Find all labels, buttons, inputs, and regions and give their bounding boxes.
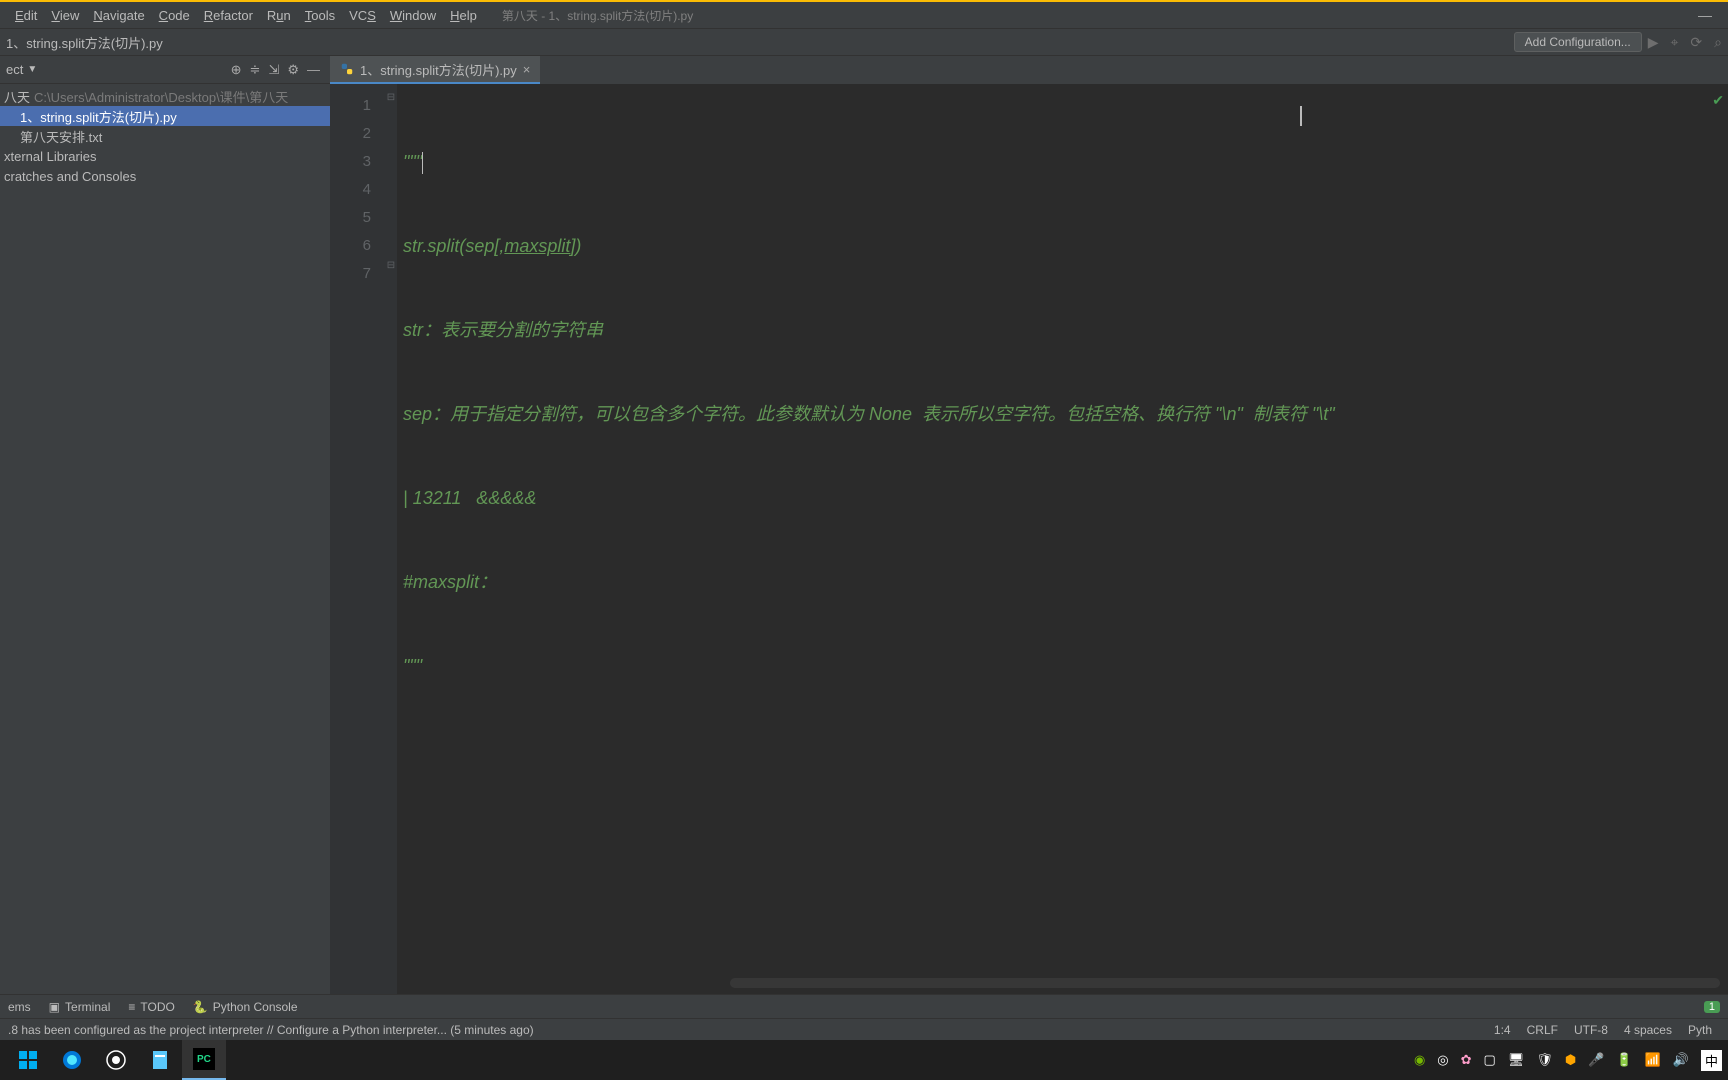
list-icon: ≡ <box>128 1000 135 1014</box>
tray-security-icon[interactable]: 🛡 <box>1532 1052 1557 1068</box>
python-file-icon <box>340 62 354 76</box>
main-area: ect ▼ ⊕ ≑ ⇲ ⚙ — 八天 C:\Users\Administrato… <box>0 56 1728 994</box>
system-tray: ◉ ◎ ✿ ▢ 🖥 🛡 ⬢ 🎤 🔋 📶 🔊 中 <box>1410 1050 1722 1071</box>
project-tool-header: ect ▼ ⊕ ≑ ⇲ ⚙ — <box>0 56 330 84</box>
file-encoding[interactable]: UTF-8 <box>1566 1023 1616 1037</box>
chevron-down-icon[interactable]: ▼ <box>27 64 37 75</box>
interpreter[interactable]: Pyth <box>1680 1023 1720 1037</box>
menu-window[interactable]: Window <box>383 8 443 23</box>
ime-indicator[interactable]: 中 <box>1701 1050 1722 1071</box>
svg-text:PC: PC <box>197 1054 211 1065</box>
menu-tools[interactable]: Tools <box>298 8 342 23</box>
tab-label: 1、string.split方法(切片).py <box>360 60 517 79</box>
status-bar: .8 has been configured as the project in… <box>0 1018 1728 1040</box>
taskbar-notepad[interactable] <box>138 1040 182 1080</box>
editor-tabs: 1、string.split方法(切片).py × <box>330 56 1728 84</box>
menu-navigate[interactable]: Navigate <box>86 8 151 23</box>
line-separator[interactable]: CRLF <box>1519 1023 1566 1037</box>
tree-external-libs[interactable]: xternal Libraries <box>0 146 330 166</box>
tray-volume-icon[interactable]: 🔊 <box>1669 1052 1693 1068</box>
problems-tool[interactable]: ems <box>8 1000 31 1014</box>
indent-setting[interactable]: 4 spaces <box>1616 1023 1680 1037</box>
start-button[interactable] <box>6 1040 50 1080</box>
tree-root[interactable]: 八天 C:\Users\Administrator\Desktop\课件\第八天 <box>0 86 330 106</box>
tray-monitor-icon[interactable]: 🖥 <box>1504 1052 1529 1068</box>
project-sidebar: ect ▼ ⊕ ≑ ⇲ ⚙ — 八天 C:\Users\Administrato… <box>0 56 330 994</box>
tray-obs-icon[interactable]: ◎ <box>1433 1052 1452 1068</box>
hide-icon[interactable]: — <box>303 62 324 77</box>
caret-position[interactable]: 1:4 <box>1486 1023 1519 1037</box>
editor-area: 1、string.split方法(切片).py × 1 2 3 4 5 6 7 … <box>330 56 1728 994</box>
menu-vcs[interactable]: VCS <box>342 8 383 23</box>
windows-taskbar: PC ◉ ◎ ✿ ▢ 🖥 🛡 ⬢ 🎤 🔋 📶 🔊 中 <box>0 1040 1728 1080</box>
inspection-ok-icon[interactable]: ✔ <box>1712 92 1724 109</box>
taskbar-pycharm[interactable]: PC <box>182 1040 226 1080</box>
code-content[interactable]: """ str.split(sep[,maxsplit]) str：表示要分割的… <box>397 84 1728 994</box>
tray-flower-icon[interactable]: ✿ <box>1457 1052 1476 1068</box>
terminal-icon: ▣ <box>49 1000 60 1014</box>
search-icon[interactable]: ⌕ <box>1708 34 1728 51</box>
python-console-tool[interactable]: 🐍Python Console <box>193 1000 298 1014</box>
tray-touchpad-icon[interactable]: ▢ <box>1480 1052 1500 1068</box>
tray-battery-icon[interactable]: 🔋 <box>1612 1052 1636 1068</box>
code-editor[interactable]: 1 2 3 4 5 6 7 ⊟ ⊟ """ str.split(sep[,max… <box>330 84 1728 994</box>
project-tree: 八天 C:\Users\Administrator\Desktop\课件\第八天… <box>0 84 330 188</box>
mouse-text-cursor <box>1300 106 1302 126</box>
file-label: 1、string.split方法(切片).py <box>20 107 177 126</box>
menu-refactor[interactable]: Refactor <box>197 8 260 23</box>
menu-edit[interactable]: Edit <box>8 8 44 23</box>
tree-scratches[interactable]: cratches and Consoles <box>0 166 330 186</box>
close-tab-icon[interactable]: × <box>523 62 531 77</box>
add-configuration-button[interactable]: Add Configuration... <box>1514 32 1642 52</box>
expand-icon[interactable]: ≑ <box>246 62 265 78</box>
navigation-bar: 1、string.split方法(切片).py Add Configuratio… <box>0 28 1728 56</box>
python-icon: 🐍 <box>193 1000 208 1014</box>
fold-start-icon[interactable]: ⊟ <box>385 92 397 120</box>
tray-wifi-icon[interactable]: 📶 <box>1641 1052 1665 1068</box>
window-title: 第八天 - 1、string.split方法(切片).py <box>502 7 693 24</box>
taskbar-obs[interactable] <box>94 1040 138 1080</box>
run-icon[interactable]: ▶ <box>1642 34 1665 51</box>
status-message[interactable]: .8 has been configured as the project in… <box>8 1023 534 1037</box>
folder-label: 八天 <box>4 87 30 106</box>
horizontal-scrollbar[interactable] <box>730 978 1720 988</box>
fold-end-icon[interactable]: ⊟ <box>385 260 397 288</box>
bottom-tool-bar: ems ▣Terminal ≡TODO 🐍Python Console 1 <box>0 994 1728 1018</box>
file-label: 第八天安排.txt <box>20 127 102 146</box>
folder-path: C:\Users\Administrator\Desktop\课件\第八天 <box>34 87 288 106</box>
line-gutter: 1 2 3 4 5 6 7 <box>330 84 385 994</box>
menu-bar: Edit View Navigate Code Refactor Run Too… <box>0 0 1728 28</box>
taskbar-edge[interactable] <box>50 1040 94 1080</box>
debug-icon[interactable]: ⌖ <box>1665 34 1685 51</box>
breadcrumb[interactable]: 1、string.split方法(切片).py <box>0 33 169 52</box>
menu-help[interactable]: Help <box>443 8 484 23</box>
menu-run[interactable]: Run <box>260 8 298 23</box>
tree-file-selected[interactable]: 1、string.split方法(切片).py <box>0 106 330 126</box>
menu-view[interactable]: View <box>44 8 86 23</box>
collapse-icon[interactable]: ⇲ <box>264 62 283 78</box>
event-badge[interactable]: 1 <box>1704 1001 1720 1013</box>
tray-nvidia-icon[interactable]: ◉ <box>1410 1052 1429 1068</box>
minimize-button[interactable]: — <box>1690 7 1720 23</box>
todo-tool[interactable]: ≡TODO <box>128 1000 174 1014</box>
tree-file[interactable]: 第八天安排.txt <box>0 126 330 146</box>
scratch-label: cratches and Consoles <box>4 169 136 184</box>
editor-tab-active[interactable]: 1、string.split方法(切片).py × <box>330 56 540 84</box>
coverage-icon[interactable]: ⟳ <box>1684 34 1708 51</box>
fold-strip: ⊟ ⊟ <box>385 84 397 994</box>
project-label[interactable]: ect <box>6 62 23 77</box>
locate-icon[interactable]: ⊕ <box>227 62 246 78</box>
menu-code[interactable]: Code <box>152 8 197 23</box>
terminal-tool[interactable]: ▣Terminal <box>49 1000 111 1014</box>
gear-icon[interactable]: ⚙ <box>283 62 303 78</box>
tray-bluetooth-icon[interactable]: ⬢ <box>1561 1052 1580 1068</box>
ext-label: xternal Libraries <box>4 149 97 164</box>
text-caret <box>422 152 423 174</box>
tray-mic-icon[interactable]: 🎤 <box>1584 1052 1608 1068</box>
